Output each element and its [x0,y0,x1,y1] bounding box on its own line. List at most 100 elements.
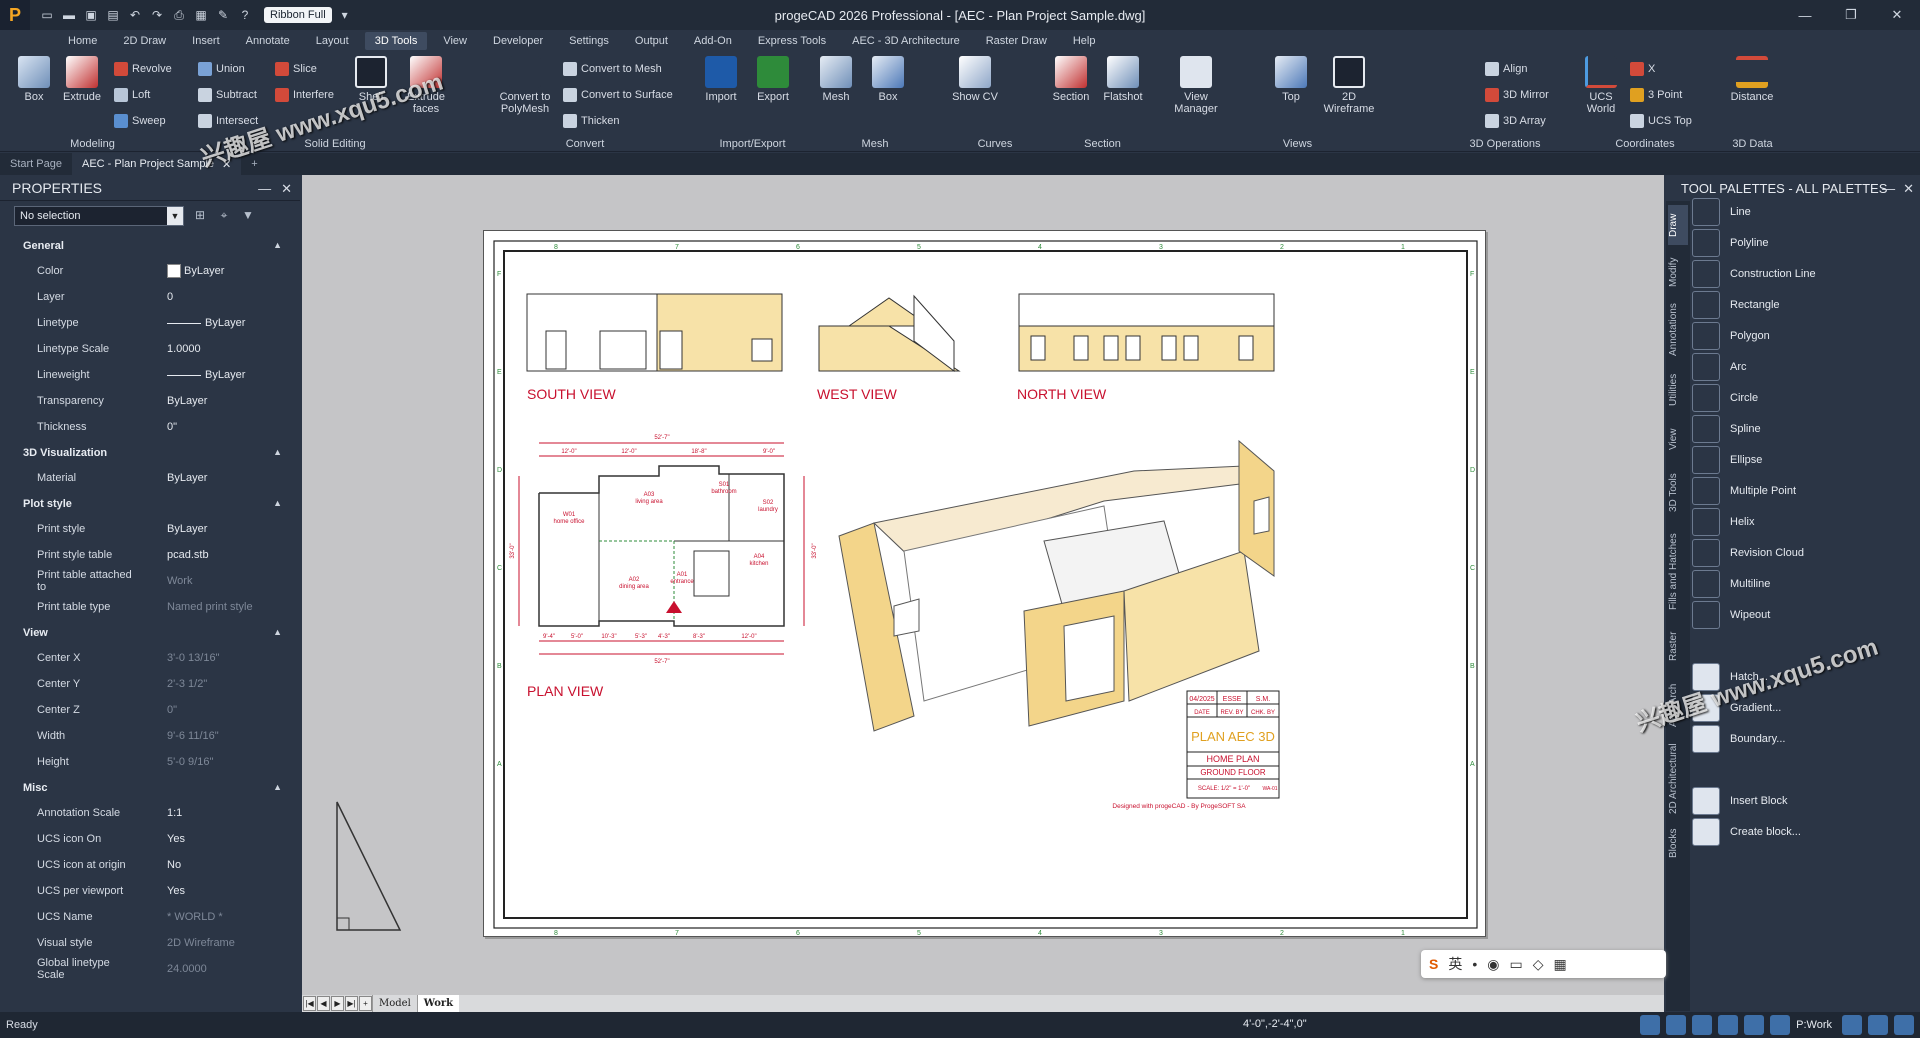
tab-raster-draw[interactable]: Raster Draw [976,32,1057,50]
ime-grid-icon[interactable]: ▦ [1553,956,1566,973]
layout-tab-model[interactable]: Model [372,995,417,1012]
first-tab-icon[interactable]: |◀ [303,996,316,1011]
property-section[interactable]: Plot style ▲ [0,491,300,516]
tab-annotate[interactable]: Annotate [236,32,300,50]
property-row[interactable]: Layer 0 [0,284,300,310]
close-palette-icon[interactable]: ✕ [1903,181,1914,197]
export-button[interactable]: Export [747,56,799,103]
match-properties-icon[interactable]: ✎ [214,6,232,24]
ortho-icon[interactable] [1692,1015,1713,1035]
slice-button[interactable]: Slice [275,60,317,78]
tab-layout[interactable]: Layout [306,32,359,50]
property-row[interactable]: UCS per viewport Yes [0,878,300,904]
polar-icon[interactable] [1718,1015,1739,1035]
tab-help[interactable]: Help [1063,32,1106,50]
property-row[interactable]: Print style ByLayer [0,516,300,542]
property-row[interactable]: UCS icon On Yes [0,826,300,852]
palette-tab[interactable]: Fills and Hatches [1668,527,1688,617]
next-tab-icon[interactable]: ▶ [331,996,344,1011]
osnap-icon[interactable] [1744,1015,1765,1035]
print-icon[interactable]: ⎙ [170,6,188,24]
collapse-icon[interactable]: ▲ [273,447,282,457]
property-row[interactable]: Center Z 0" [0,697,300,723]
property-row[interactable]: Center Y 2'-3 1/2" [0,671,300,697]
tool-polygon[interactable]: Polygon [1692,321,1770,351]
collapse-icon[interactable]: ▲ [273,782,282,792]
add-layout-icon[interactable]: + [359,996,372,1011]
property-row[interactable]: UCS Name * WORLD * [0,904,300,930]
align-button[interactable]: Align [1485,60,1527,78]
tab-developer[interactable]: Developer [483,32,553,50]
minimize-icon[interactable]: — [1782,0,1828,30]
view-manager-button[interactable]: View Manager [1165,56,1227,115]
convert-to-surface-button[interactable]: Convert to Surface [563,86,673,104]
palette-tab[interactable]: Modify [1668,249,1688,295]
ime-punctuation-icon[interactable]: • [1472,956,1477,972]
last-tab-icon[interactable]: ▶| [345,996,358,1011]
minimize-palette-icon[interactable]: — [1882,181,1895,197]
convert-to-mesh-button[interactable]: Convert to Mesh [563,60,662,78]
tab-2d-draw[interactable]: 2D Draw [113,32,176,50]
palette-tab[interactable]: Draw [1668,205,1688,245]
tab-aec-3d-architecture[interactable]: AEC - 3D Architecture [842,32,970,50]
property-row[interactable]: Print table attached to Work [0,568,300,594]
close-panel-icon[interactable]: ✕ [281,181,292,197]
property-section[interactable]: View ▲ [0,620,300,645]
new-file-icon[interactable]: ▭ [38,6,56,24]
palette-tab[interactable]: 2D Architectural [1668,739,1688,819]
drawing-canvas[interactable]: 8877665544332211FFEEDDCCBBAA SOUTH VIEW … [302,175,1664,995]
property-row[interactable]: Print table type Named print style [0,594,300,620]
property-row[interactable]: Thickness 0" [0,414,300,440]
3d-array-button[interactable]: 3D Array [1485,112,1546,130]
palette-tab[interactable]: Raster [1668,621,1688,671]
prev-tab-icon[interactable]: ◀ [317,996,330,1011]
collapse-icon[interactable]: ▲ [273,498,282,508]
property-row[interactable]: Center X 3'-0 13/16" [0,645,300,671]
convert-to-polymesh-button[interactable]: Convert to PolyMesh [490,56,560,115]
property-row[interactable]: Linetype Scale 1.0000 [0,336,300,362]
palette-tab[interactable]: 3D Tools [1668,463,1688,523]
fullscreen-icon[interactable] [1894,1015,1914,1035]
help-icon[interactable]: ? [236,6,254,24]
property-section[interactable]: Misc ▲ [0,775,300,800]
sweep-button[interactable]: Sweep [114,112,166,130]
tool-line[interactable]: Line [1692,197,1751,227]
grid-icon[interactable] [1666,1015,1687,1035]
ucs-x-button[interactable]: X [1630,60,1655,78]
property-row[interactable]: Global linetype Scale 24.0000 [0,956,300,982]
ime-voice-icon[interactable]: ◉ [1487,956,1499,973]
property-row[interactable]: Visual style 2D Wireframe [0,930,300,956]
ime-language[interactable]: 英 [1448,954,1462,974]
select-objects-icon[interactable]: ⌖ [216,208,232,224]
plot-icon[interactable]: ▦ [192,6,210,24]
tool-ellipse[interactable]: Ellipse [1692,445,1762,475]
tool-arc[interactable]: Arc [1692,352,1747,382]
ribbon-mode-button[interactable]: Ribbon Full [264,7,332,23]
property-row[interactable]: Linetype ByLayer [0,310,300,336]
settings-icon[interactable] [1842,1015,1862,1035]
quick-select-icon[interactable]: ▼ [240,208,256,224]
ime-keyboard-icon[interactable]: ▭ [1509,956,1522,973]
top-view-button[interactable]: Top [1265,56,1317,103]
tool-revision-cloud[interactable]: Revision Cloud [1692,538,1804,568]
subtract-button[interactable]: Subtract [198,86,257,104]
loft-button[interactable]: Loft [114,86,150,104]
tab-view[interactable]: View [433,32,477,50]
doc-tab-start-page[interactable]: Start Page [0,153,72,175]
collapse-icon[interactable]: ▲ [273,627,282,637]
section-button[interactable]: Section [1045,56,1097,103]
tab-home[interactable]: Home [58,32,107,50]
layout-tab-work[interactable]: Work [416,995,460,1012]
property-row[interactable]: Lineweight ByLayer [0,362,300,388]
mesh-box-button[interactable]: Box [862,56,914,103]
property-row[interactable]: Material ByLayer [0,465,300,491]
tab-insert[interactable]: Insert [182,32,230,50]
customize-qat-icon[interactable]: ▾ [336,6,354,24]
property-section[interactable]: 3D Visualization ▲ [0,440,300,465]
ucs-world-button[interactable]: UCS World [1575,56,1627,115]
property-row[interactable]: Width 9'-6 11/16" [0,723,300,749]
property-row[interactable]: Transparency ByLayer [0,388,300,414]
tab-3d-tools[interactable]: 3D Tools [364,32,428,50]
tab-add-on[interactable]: Add-On [684,32,742,50]
minimize-panel-icon[interactable]: — [258,181,271,197]
